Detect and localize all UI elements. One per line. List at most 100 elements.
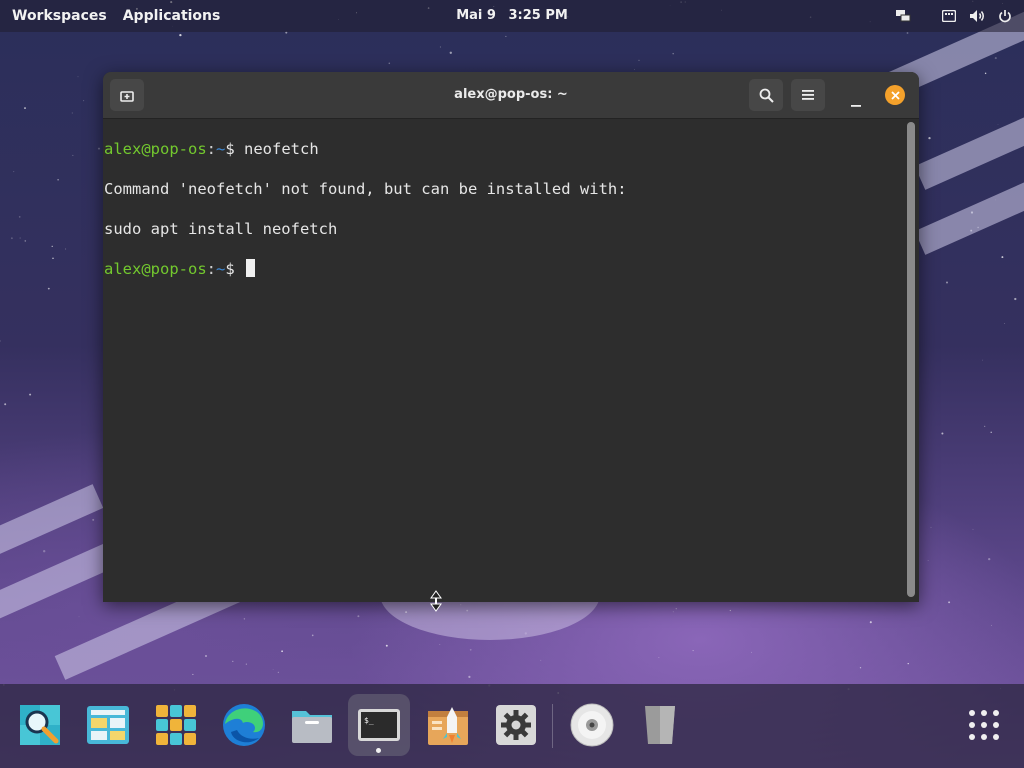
folder-icon [292,711,332,743]
prompt-user: alex@pop-os [104,140,207,158]
window-headerbar[interactable]: alex@pop-os: ~ [103,72,919,119]
star [906,32,909,34]
minimize-icon [851,105,861,107]
dock-workspaces[interactable] [78,694,138,756]
command-text: neofetch [244,140,319,158]
workspaces-button[interactable]: Workspaces [0,0,119,32]
star [83,100,85,102]
system-tray [894,0,1014,32]
time-label[interactable]: 3:25 PM [508,8,567,23]
dock-show-apps[interactable] [954,694,1014,756]
star [941,432,944,435]
star [281,650,283,653]
new-tab-button[interactable] [110,79,144,111]
star [439,644,441,645]
date-label[interactable]: Mai 9 [456,8,496,23]
star [449,51,452,54]
dock-separator [552,704,553,748]
dock-settings[interactable] [486,694,546,756]
dock-pop-shop[interactable] [418,694,478,756]
text-cursor [246,259,256,277]
star [97,147,101,150]
star [945,281,949,284]
prompt-path: ~ [216,260,226,278]
star [469,648,472,651]
star [10,237,13,240]
star [388,62,391,65]
menu-button[interactable] [791,79,825,111]
pop-shop-icon [428,707,468,745]
star [19,237,21,239]
star [1001,256,1004,259]
dock-edge[interactable] [214,694,274,756]
star [972,528,974,530]
scrollbar-thumb[interactable] [907,122,915,597]
star [272,669,274,670]
dock-disc[interactable] [562,694,622,756]
star [859,667,862,669]
star [984,425,986,427]
star [988,557,991,561]
keyboard-layout-icon[interactable] [940,7,958,25]
star [928,136,931,140]
star [71,112,73,114]
star [751,651,752,653]
star [205,655,207,657]
star [638,59,640,62]
dock-applications[interactable] [146,694,206,756]
close-button[interactable] [885,85,905,105]
star [1014,297,1017,301]
star [984,72,987,75]
search-button[interactable] [749,79,783,111]
star [77,76,79,78]
network-wired-icon[interactable] [894,7,912,25]
power-icon[interactable] [996,7,1014,25]
running-indicator [376,748,381,753]
star [192,673,194,675]
star [990,624,992,626]
applications-button[interactable]: Applications [119,0,233,32]
star [18,216,21,218]
edge-browser-icon [223,704,265,746]
star [245,663,247,665]
scrollbar[interactable] [907,122,915,597]
svg-text:$_: $_ [364,716,374,725]
star [52,257,54,260]
dock-terminal[interactable]: $_ [348,694,410,756]
search-icon [759,88,774,103]
star [675,608,677,610]
minimize-button[interactable] [843,82,869,108]
star [65,248,67,250]
star [232,660,234,663]
star [277,671,280,674]
star [24,107,26,110]
star [311,634,314,637]
star [0,340,1,342]
star [927,560,929,561]
grid-dots-icon [969,710,999,740]
terminal-line: Command 'neofetch' not found, but can be… [104,180,627,198]
workspaces-icon [87,706,129,744]
star [385,644,388,647]
gear-icon [496,705,536,745]
terminal-line: sudo apt install neofetch [104,220,338,238]
prompt-dollar: $ [225,260,245,278]
star [57,178,59,181]
star [468,675,471,679]
star [1004,323,1006,324]
optical-disc-icon [570,703,614,747]
dock-files[interactable] [282,694,342,756]
dock-launcher[interactable] [10,694,70,756]
star [948,601,951,604]
star [540,659,542,661]
star [658,657,660,658]
terminal-output[interactable]: alex@pop-os:~$ neofetch Command 'neofetc… [103,119,904,602]
star [982,359,983,361]
volume-icon[interactable] [968,7,986,25]
dock: $_ [0,684,1024,768]
dock-trash[interactable] [630,694,690,756]
hamburger-menu-icon [802,90,814,100]
prompt-dollar: $ [225,140,245,158]
top-panel: Workspaces Applications Mai 9 3:25 PM [0,0,1024,32]
star [907,662,909,665]
